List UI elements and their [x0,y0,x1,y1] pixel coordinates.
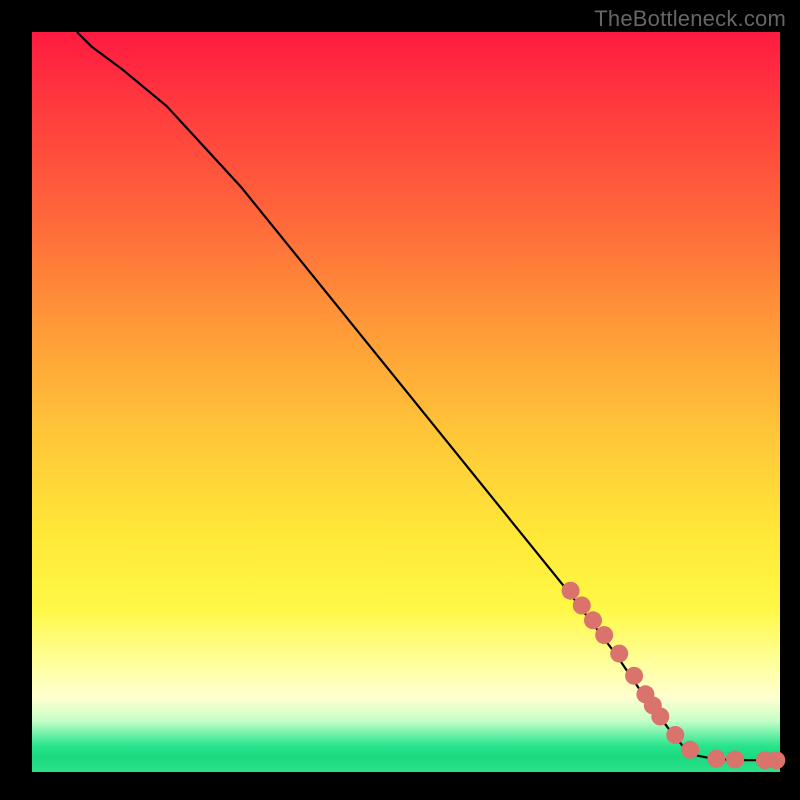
data-marker [707,750,725,768]
data-marker [573,597,591,615]
data-marker [610,645,628,663]
data-marker [595,626,613,644]
attribution-label: TheBottleneck.com [594,6,786,32]
data-marker [767,751,785,769]
data-markers [562,582,786,770]
chart-overlay [32,32,780,772]
chart-frame: TheBottleneck.com [0,0,800,800]
data-marker [584,611,602,629]
data-marker [666,726,684,744]
bottleneck-curve [77,32,780,760]
data-marker [726,750,744,768]
data-marker [625,667,643,685]
data-marker [681,741,699,759]
data-marker [562,582,580,600]
data-marker [651,708,669,726]
